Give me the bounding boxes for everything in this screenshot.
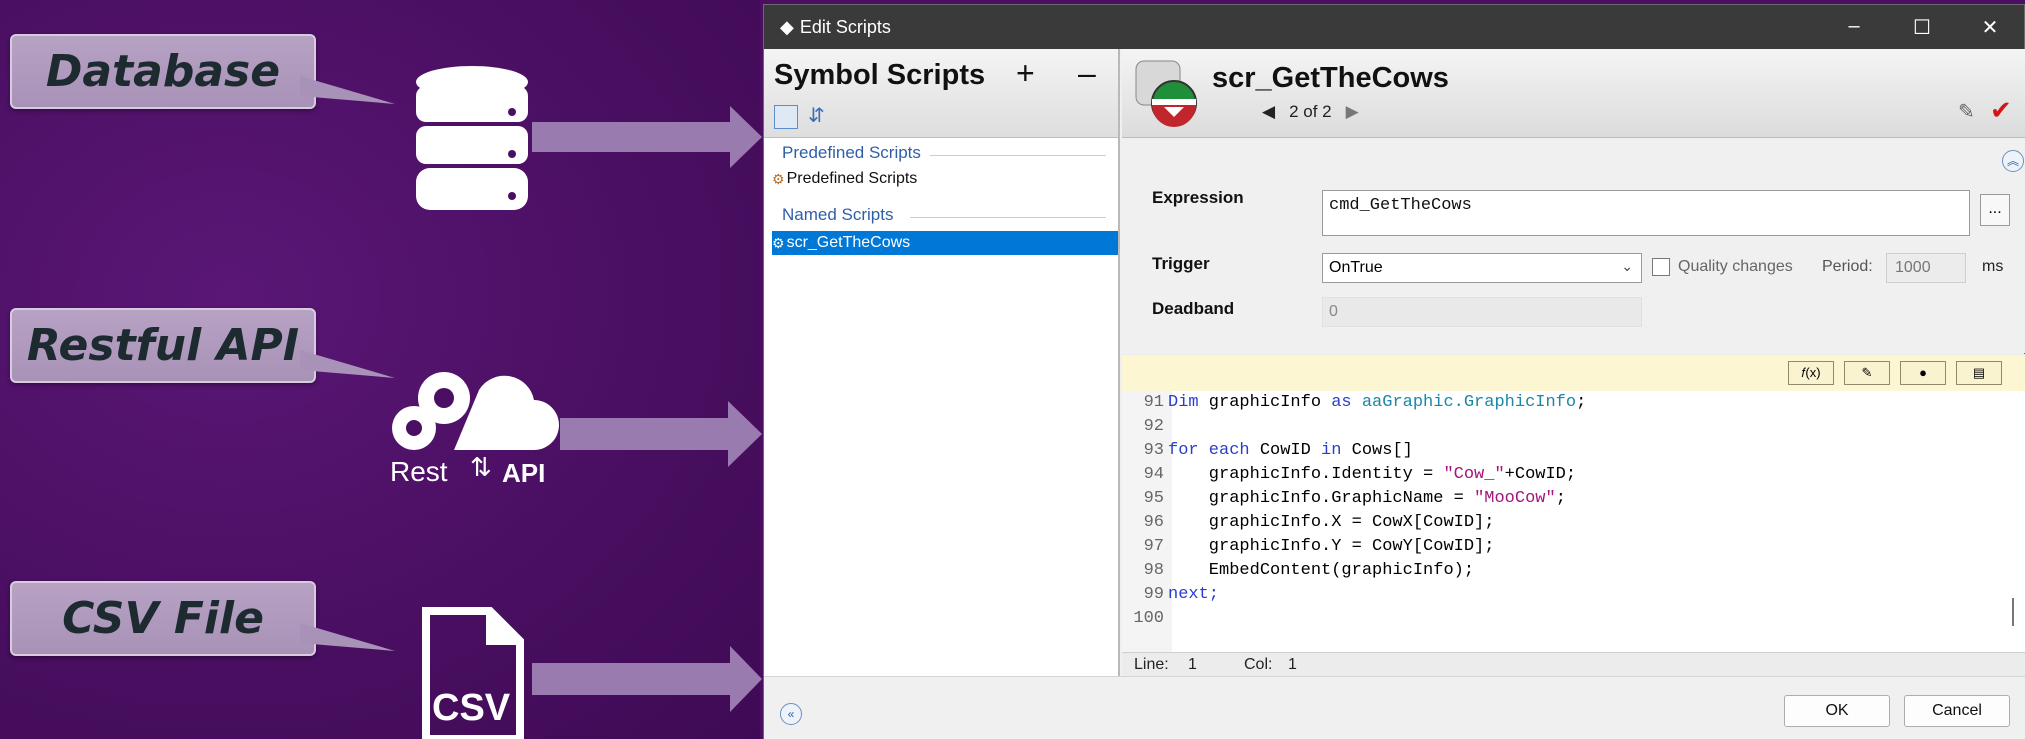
code-line: 95 graphicInfo.GraphicName = "MooCow"; [1143,489,1566,508]
ok-button[interactable]: OK [1784,695,1890,727]
pane-title: Symbol Scripts [774,59,986,91]
tree-item-predefined[interactable]: ⚙ Predefined Scripts [772,170,917,188]
tree-item-label: Predefined Scripts [786,170,918,187]
period-input[interactable]: 1000 [1886,253,1966,283]
callout-restful: Restful API [10,308,316,383]
add-script-button[interactable]: + [1016,55,1035,92]
callout-database: Database [10,34,316,109]
dialog-footer: « OK Cancel [764,676,2025,739]
quality-changes-checkbox[interactable] [1652,258,1670,276]
arrow-restful [560,401,762,467]
csv-icon-label: CSV [432,687,511,729]
code-editor[interactable]: 91 Dim graphicInfo as aaGraphic.GraphicIn… [1122,391,2025,652]
close-button[interactable]: ✕ [1956,15,2024,40]
code-line: 98 EmbedContent(graphicInfo); [1143,561,1475,580]
title-bar: ◆ Edit Scripts – ☐ ✕ [764,5,2024,49]
insert-function-button[interactable]: 𝑓(x) [1788,361,1834,385]
scrollbar-thumb[interactable] [2012,598,2014,626]
period-unit: ms [1982,258,2004,275]
trigger-value: OnTrue [1329,259,1383,276]
script-position: 2 of 2 [1289,102,1332,121]
script-navigator: ◀ 2 of 2 ▶ [1262,102,1359,122]
rest-label: Rest [390,456,448,487]
col-label: Col: [1244,656,1273,673]
app-icon: ◆ [780,16,794,37]
script-name-title: scr_GetTheCows [1212,62,1449,94]
trigger-select[interactable]: OnTrue ⌄ [1322,253,1642,283]
line-value: 1 [1188,656,1197,673]
trigger-label: Trigger [1152,254,1210,273]
cloud-gears-icon [392,372,559,450]
line-label: Line: [1134,656,1169,673]
callout-restful-label: Restful API [26,320,300,371]
code-line: 97 graphicInfo.Y = CowY[CowID]; [1143,537,1495,556]
eraser-icon[interactable]: ✎ [1958,99,1975,124]
chevron-down-icon: ⌄ [1621,258,1633,274]
group-divider [910,217,1106,218]
insert-attribute-button[interactable]: ✎ [1844,361,1890,385]
categorized-view-icon[interactable] [774,105,798,129]
code-line: 94 graphicInfo.Identity = "Cow_"+CowID; [1143,465,1577,484]
quality-changes-label: Quality changes [1678,258,1793,275]
group-named-label: Named Scripts [782,205,894,224]
scripts-tree-pane: Symbol Scripts + – ⇵ Predefined Scripts … [764,49,1120,676]
col-value: 1 [1288,656,1297,673]
arrow-database [532,106,762,168]
scripts-tree-header: Symbol Scripts + – ⇵ [764,49,1118,138]
rest-api-icon: Rest ⇅ API [384,360,560,490]
sort-az-icon[interactable]: ⇵ [808,103,825,128]
prev-script-button[interactable]: ◀ [1262,102,1275,122]
deadband-input[interactable]: 0 [1322,297,1642,327]
expression-label: Expression [1152,188,1244,207]
editor-status-bar: Line: 1 Col: 1 [1122,652,2025,676]
script-icon: ⚙ [772,170,785,187]
up-down-arrow-icon: ⇅ [470,452,492,482]
callout-csv-tail [300,623,395,651]
insert-graphic-button[interactable]: ● [1900,361,1946,385]
window-title: Edit Scripts [799,16,891,37]
deadband-label: Deadband [1152,299,1235,318]
callout-database-tail [300,76,395,104]
expression-input[interactable]: cmd_GetTheCows [1322,190,1970,236]
remove-script-button[interactable]: – [1078,55,1096,92]
period-label: Period: [1822,258,1873,275]
minimize-button[interactable]: – [1820,15,1888,40]
editor-toolbar: 𝑓(x) ✎ ● ▤ [1122,354,2025,391]
database-icon [416,66,528,210]
script-header: scr_GetTheCows ◀ 2 of 2 ▶ ✎ ✔ [1122,49,2025,138]
callout-database-label: Database [45,46,281,97]
arrow-csv [532,646,762,712]
maximize-button[interactable]: ☐ [1888,15,1956,40]
script-scroll-icon [1135,60,1197,127]
script-settings-form: ︽ Expression cmd_GetTheCows ... Trigger … [1122,138,2025,353]
collapse-up-icon[interactable]: ︽ [2002,150,2024,172]
code-line: 100 [1133,609,1164,628]
code-line: 92 [1143,417,1164,436]
cancel-button[interactable]: Cancel [1904,695,2010,727]
expand-left-icon[interactable]: « [780,703,802,725]
next-script-button[interactable]: ▶ [1346,102,1359,122]
code-line: 91 Dim graphicInfo as aaGraphic.GraphicIn… [1143,393,1587,412]
group-predefined-label: Predefined Scripts [782,143,921,162]
tree-item-scr-getthecows[interactable]: ⚙ scr_GetTheCows [772,231,1118,255]
insert-element-button[interactable]: ▤ [1956,361,2002,385]
callout-csv: CSV File [10,581,316,656]
code-line: 96 graphicInfo.X = CowX[CowID]; [1143,513,1495,532]
csv-file-icon: CSV [422,607,524,739]
checkmark-icon[interactable]: ✔ [1990,95,2012,126]
edit-scripts-window: ◆ Edit Scripts – ☐ ✕ Symbol Scripts + – … [763,4,2025,739]
code-line: 93 for each CowID in Cows[] [1143,441,1413,460]
code-line: 99 next; [1143,585,1220,604]
api-label: API [502,458,546,488]
tree-item-label: scr_GetTheCows [786,234,911,251]
script-icon: ⚙ [772,234,785,251]
group-divider [930,155,1106,156]
callout-csv-label: CSV File [62,593,264,644]
browse-button[interactable]: ... [1980,194,2010,226]
